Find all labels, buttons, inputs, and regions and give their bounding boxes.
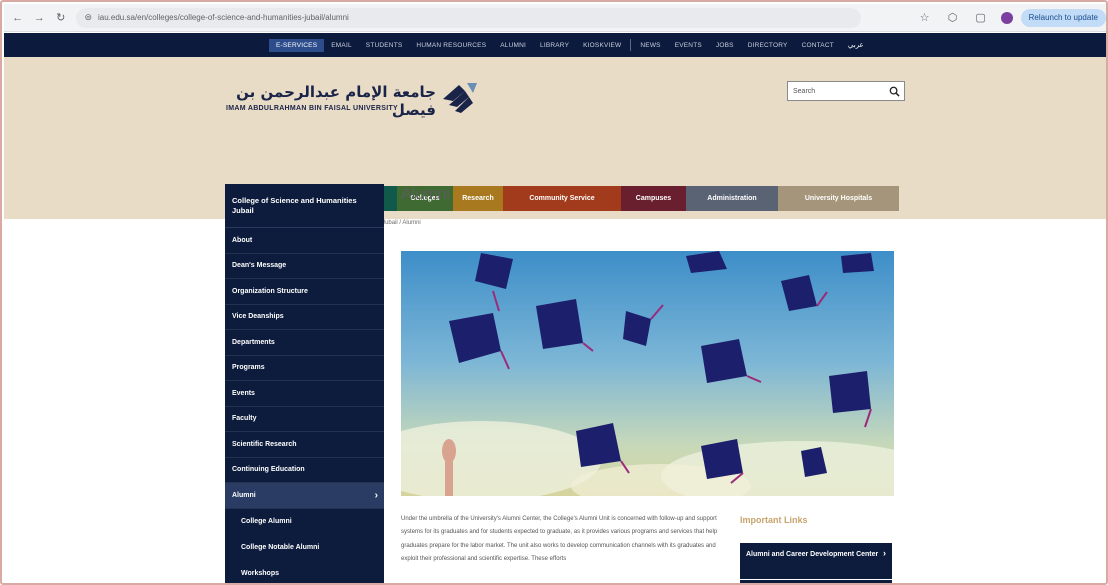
college-sidebar: College of Science and Humanities Jubail… [225, 184, 384, 584]
utility-link-kioskview[interactable]: KIOSKVIEW [576, 42, 628, 49]
utility-nav: E-SERVICES EMAIL STUDENTS HUMAN RESOURCES AL… [269, 33, 871, 57]
sidebar-subitem-college-notable-alumni[interactable]: College Notable Alumni [225, 535, 384, 561]
chevron-right-icon: › [374, 489, 378, 501]
sidebar-item-programs[interactable]: Programs [225, 356, 384, 381]
chevron-right-icon: › [883, 548, 886, 558]
browser-toolbar: ← → ↻ ⊜ iau.edu.sa/en/colleges/college-o… [4, 4, 1106, 32]
utility-link-email[interactable]: EMAIL [324, 42, 359, 49]
utility-link-students[interactable]: STUDENTS [359, 42, 410, 49]
profile-avatar[interactable] [1000, 11, 1013, 24]
hero-graduation-image [401, 251, 894, 496]
utility-divider [630, 39, 632, 51]
language-switch-arabic[interactable]: عربي [841, 41, 871, 49]
university-logo[interactable]: جامعة الإمام عبدالرحمن بن فيصل IMAM ABDU… [226, 79, 486, 121]
utility-link-events[interactable]: EVENTS [668, 42, 709, 49]
search-input[interactable]: Search [788, 88, 884, 95]
sidebar-item-organization-structure[interactable]: Organization Structure [225, 279, 384, 305]
nav-campuses[interactable]: Campuses [621, 186, 686, 211]
important-link-label: Alumni and Career Development Center [746, 551, 879, 558]
sidebar-subitem-college-alumni[interactable]: College Alumni [225, 509, 384, 535]
site-info-icon[interactable]: ⊜ [84, 12, 92, 23]
utility-link-human-resources[interactable]: HUMAN RESOURCES [409, 42, 493, 49]
url-text[interactable]: iau.edu.sa/en/colleges/college-of-scienc… [98, 13, 349, 22]
sidebar-item-events[interactable]: Events [225, 381, 384, 407]
site-header: جامعة الإمام عبدالرحمن بن فيصل IMAM ABDU… [4, 57, 1106, 226]
sidebar-item-scientific-research[interactable]: Scientific Research [225, 432, 384, 458]
nav-community-service[interactable]: Community Service [503, 186, 621, 211]
utility-link-news[interactable]: NEWS [633, 42, 667, 49]
utility-link-jobs[interactable]: JOBS [709, 42, 741, 49]
sidepanel-icon[interactable]: ▢ [973, 10, 989, 26]
utility-bar: E-SERVICES EMAIL STUDENTS HUMAN RESOURCES AL… [4, 33, 1106, 57]
star-icon[interactable]: ☆ [917, 10, 933, 26]
address-bar[interactable]: ⊜ iau.edu.sa/en/colleges/college-of-scie… [76, 7, 861, 28]
sidebar-item-about[interactable]: About [225, 228, 384, 254]
alumni-description: Under the umbrella of the University's A… [401, 516, 718, 563]
sidebar-item-faculty[interactable]: Faculty [225, 407, 384, 432]
sidebar-item-continuing-education[interactable]: Continuing Education [225, 458, 384, 483]
utility-link-library[interactable]: LIBRARY [533, 42, 576, 49]
page-title: Alumni [401, 186, 450, 203]
logo-arabic-name: جامعة الإمام عبدالرحمن بن فيصل [236, 83, 436, 119]
sidebar-item-dean-s-message[interactable]: Dean's Message [225, 254, 384, 279]
search-box[interactable]: Search [787, 81, 905, 101]
important-link-alumni-career-center[interactable]: Alumni and Career Development Center › [740, 543, 892, 579]
nav-administration[interactable]: Administration [686, 186, 778, 211]
browser-window: ← → ↻ ⊜ iau.edu.sa/en/colleges/college-o… [0, 0, 1108, 585]
logo-mark-icon [443, 83, 477, 113]
sidebar-college-title[interactable]: College of Science and Humanities Jubail [225, 184, 384, 228]
relaunch-update-button[interactable]: Relaunch to update [1020, 8, 1106, 27]
sidebar-item-vice-deanships[interactable]: Vice Deanships [225, 305, 384, 330]
reload-icon[interactable]: ↻ [53, 10, 68, 26]
search-icon[interactable] [884, 82, 904, 100]
utility-link-contact[interactable]: CONTACT [795, 42, 841, 49]
utility-link-alumni[interactable]: ALUMNI [493, 42, 533, 49]
important-links-title: Important Links [740, 515, 808, 525]
sidebar-item-label: Alumni [232, 491, 256, 499]
important-link-next[interactable] [740, 580, 892, 583]
forward-icon[interactable]: → [31, 10, 46, 26]
back-icon[interactable]: ← [10, 10, 25, 26]
extensions-icon[interactable]: ⬡ [945, 10, 961, 26]
sidebar-item-departments[interactable]: Departments [225, 330, 384, 356]
logo-english-name: IMAM ABDULRAHMAN BIN FAISAL UNIVERSITY [226, 105, 399, 112]
utility-link-e-services[interactable]: E-SERVICES [269, 38, 325, 52]
nav-research[interactable]: Research [453, 186, 503, 211]
sidebar-subitem-workshops[interactable]: Workshops [225, 561, 384, 584]
sidebar-item-alumni[interactable]: Alumni › [225, 483, 384, 509]
nav-university-hospitals[interactable]: University Hospitals [778, 186, 899, 211]
utility-link-directory[interactable]: DIRECTORY [741, 42, 795, 49]
